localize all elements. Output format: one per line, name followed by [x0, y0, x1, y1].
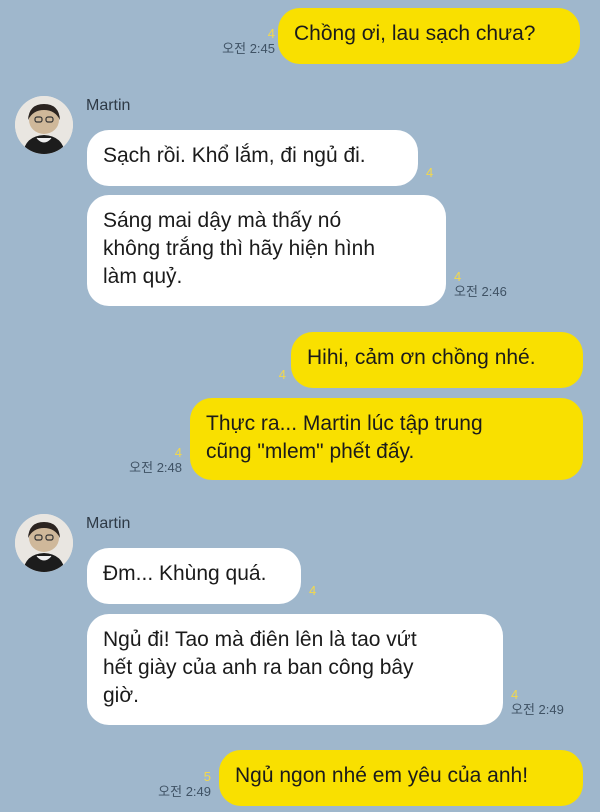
their-message-bubble[interactable]: Đm... Khùng quá. [87, 548, 301, 604]
message-meta: 4 오전 2:48 [129, 446, 182, 476]
my-message-bubble[interactable]: Thực ra... Martin lúc tập trung cũng "ml… [190, 398, 583, 480]
timestamp: 오전 2:49 [158, 784, 211, 799]
message-meta: 4 오전 2:46 [454, 270, 507, 300]
avatar[interactable] [15, 514, 73, 572]
unread-count: 4 [426, 165, 434, 180]
message-meta: 5 오전 2:49 [158, 770, 211, 800]
timestamp: 오전 2:49 [511, 702, 564, 717]
my-message-bubble[interactable]: Hihi, cảm ơn chồng nhé. [291, 332, 583, 388]
avatar[interactable] [15, 96, 73, 154]
avatar-photo-icon [15, 514, 73, 572]
message-meta: 4 오전 2:45 [222, 27, 275, 57]
avatar-photo-icon [15, 96, 73, 154]
message-meta: 4 오전 2:49 [511, 688, 564, 718]
message-meta: 4 [426, 166, 433, 180]
unread-count: 5 [203, 769, 211, 784]
unread-count: 4 [309, 583, 317, 598]
sender-name: Martin [86, 515, 131, 532]
sender-name: Martin [86, 97, 131, 114]
unread-count: 4 [174, 445, 182, 460]
their-message-bubble[interactable]: Sáng mai dậy mà thấy nó không trắng thì … [87, 195, 446, 306]
message-meta: 4 [279, 368, 286, 382]
my-message-bubble[interactable]: Ngủ ngon nhé em yêu của anh! [219, 750, 583, 806]
their-message-bubble[interactable]: Sạch rồi. Khổ lắm, đi ngủ đi. [87, 130, 418, 186]
timestamp: 오전 2:46 [454, 284, 507, 299]
message-meta: 4 [309, 584, 316, 598]
their-message-bubble[interactable]: Ngủ đi! Tao mà điên lên là tao vứt hết g… [87, 614, 503, 725]
unread-count: 4 [511, 687, 519, 702]
my-message-bubble[interactable]: Chồng ơi, lau sạch chưa? [278, 8, 580, 64]
unread-count: 4 [454, 269, 462, 284]
timestamp: 오전 2:48 [129, 460, 182, 475]
timestamp: 오전 2:45 [222, 41, 275, 56]
unread-count: 4 [267, 26, 275, 41]
unread-count: 4 [278, 367, 286, 382]
